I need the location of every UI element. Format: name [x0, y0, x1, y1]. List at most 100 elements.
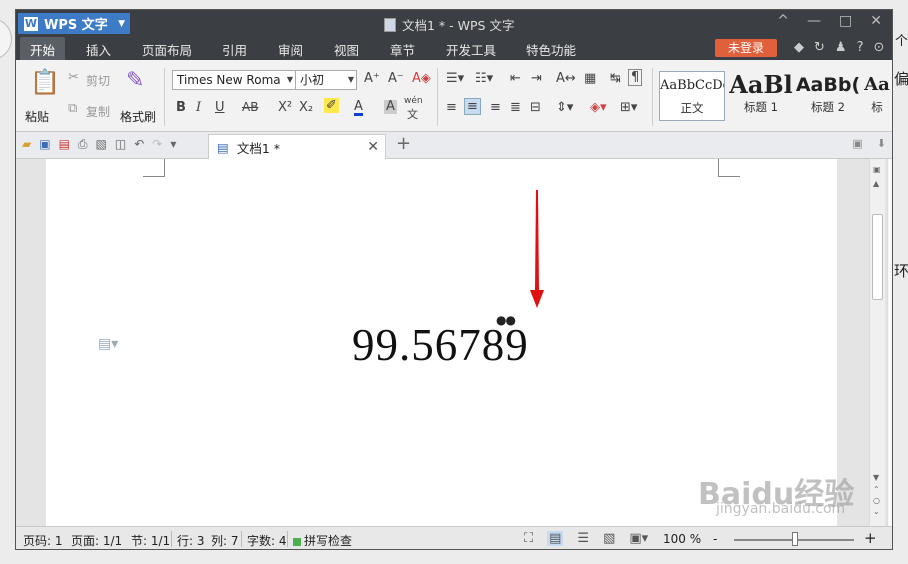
tab-page-layout[interactable]: 页面布局	[142, 40, 192, 59]
status-page-number[interactable]: 页码: 1	[23, 532, 63, 549]
scroll-panel-icon[interactable]: ▣	[873, 165, 881, 174]
skin-icon[interactable]: ◆	[794, 40, 804, 55]
status-word-count[interactable]: 字数: 4	[247, 532, 287, 549]
bullet-list-icon[interactable]: ☰▾	[446, 71, 464, 86]
superscript-button[interactable]: X²	[278, 100, 292, 115]
tab-section[interactable]: 章节	[390, 40, 415, 59]
tab-review[interactable]: 审阅	[278, 40, 303, 59]
tab-home[interactable]: 开始	[20, 37, 66, 60]
decrease-indent-icon[interactable]: ⇤	[510, 71, 521, 86]
grow-font-icon[interactable]: A⁺	[364, 71, 380, 86]
clear-format-icon[interactable]: A◈	[412, 71, 431, 86]
pdf-icon[interactable]: ▤	[59, 137, 70, 152]
distribute-icon[interactable]: ⊟	[530, 100, 541, 115]
new-tab-button[interactable]: +	[396, 133, 411, 154]
format-painter-button[interactable]: 格式刷	[120, 108, 156, 125]
tab-references[interactable]: 引用	[222, 40, 247, 59]
line-spacing-icon[interactable]: ⇕▾	[556, 100, 573, 115]
subscript-button[interactable]: X₂	[299, 100, 313, 115]
scroll-up-icon[interactable]: ▲	[873, 179, 879, 188]
justify-icon[interactable]: ≣	[510, 100, 521, 115]
zoom-out-button[interactable]: -	[713, 532, 717, 546]
font-color-button[interactable]: A	[354, 100, 363, 116]
customize-icon[interactable]: ▾	[170, 137, 176, 152]
borders-icon[interactable]: ⊞▾	[620, 100, 637, 115]
task-pane-collapsed[interactable]	[887, 159, 892, 526]
save-icon[interactable]: ▣	[39, 137, 50, 152]
shrink-font-icon[interactable]: A⁻	[388, 71, 404, 86]
minimize-button[interactable]: —	[807, 13, 821, 29]
scroll-thumb[interactable]	[872, 214, 883, 300]
paste-icon[interactable]: 📋	[30, 68, 60, 96]
show-marks-icon[interactable]: ¶	[628, 69, 643, 86]
numbered-list-icon[interactable]: ☷▾	[475, 71, 493, 86]
reading-view-icon[interactable]: ▧	[603, 531, 615, 546]
char-shading-button[interactable]: A	[384, 100, 397, 114]
web-view-icon[interactable]: ▣▾	[629, 531, 648, 546]
restore-icon[interactable]: ▣	[852, 137, 862, 150]
refresh-icon[interactable]: ↻	[814, 40, 825, 55]
close-tab-button[interactable]: ✕	[367, 139, 379, 155]
status-pages[interactable]: 页面: 1/1	[71, 532, 122, 549]
help-icon[interactable]: ?	[857, 40, 864, 55]
zoom-level[interactable]: 100 %	[663, 532, 701, 546]
tab-developer[interactable]: 开发工具	[446, 40, 496, 59]
collapse-ribbon-button[interactable]: ^	[777, 13, 789, 29]
app-menu-button[interactable]: W WPS 文字 ▼	[18, 13, 130, 34]
page-view-icon[interactable]: ▤	[547, 531, 564, 546]
tab-insert[interactable]: 插入	[86, 40, 111, 59]
open-icon[interactable]: ▰	[22, 137, 31, 152]
prev-page-icon[interactable]: ⌃	[873, 485, 880, 494]
tab-view[interactable]: 视图	[334, 40, 359, 59]
zoom-in-button[interactable]: +	[864, 529, 877, 547]
scroll-down-icon[interactable]: ▼	[873, 473, 879, 482]
select-browse-icon[interactable]: ○	[873, 496, 880, 505]
table-grid-icon[interactable]: ▦	[584, 71, 596, 86]
spell-check-toggle[interactable]: 拼写检查	[293, 532, 352, 549]
cut-button[interactable]: 剪切	[86, 72, 110, 89]
style-heading-2[interactable]: AaBb( 标题 2	[794, 71, 862, 121]
tab-document1[interactable]: ▤ 文档1 * ✕	[208, 134, 386, 159]
font-size-select[interactable]: 小初 ▼	[295, 70, 357, 90]
download-icon[interactable]: ⬇	[877, 137, 886, 150]
login-button[interactable]: 未登录	[715, 39, 777, 57]
tab-special-features[interactable]: 特色功能	[526, 40, 576, 59]
paste-button[interactable]: 粘贴	[25, 108, 49, 125]
text-direction-icon[interactable]: A↔	[556, 71, 576, 86]
italic-button[interactable]: I	[196, 100, 201, 115]
sort-icon[interactable]: ↹	[610, 71, 621, 86]
highlight-icon[interactable]: ✐	[324, 98, 339, 113]
style-heading-3[interactable]: Aa 标	[862, 71, 892, 121]
style-heading-1[interactable]: AaBl 标题 1	[727, 71, 795, 121]
print-preview-icon[interactable]: ▧	[96, 137, 107, 152]
vertical-scrollbar[interactable]: ▣ ▲ ▼ ⌃ ○ ⌄	[869, 159, 885, 526]
status-column[interactable]: 列: 7	[211, 532, 239, 549]
document-text[interactable]: 99.56789	[352, 319, 529, 371]
zoom-slider-handle[interactable]	[792, 532, 798, 546]
next-page-icon[interactable]: ⌄	[873, 507, 880, 516]
shirt-icon[interactable]: ♟	[835, 40, 847, 55]
font-name-select[interactable]: Times New Roma ▼	[172, 70, 296, 90]
underline-button[interactable]: U	[215, 100, 225, 115]
bold-button[interactable]: B	[176, 100, 186, 115]
paragraph-layout-icon[interactable]: ▤▾	[98, 336, 118, 352]
style-normal[interactable]: AaBbCcDd 正文	[659, 71, 725, 121]
maximize-button[interactable]: □	[839, 13, 852, 29]
preview-icon[interactable]: ◫	[115, 137, 126, 152]
outline-view-icon[interactable]: ☰	[577, 531, 589, 546]
phonetic-guide-button[interactable]: 文	[407, 106, 418, 122]
fullscreen-icon[interactable]: ⛶	[524, 531, 533, 546]
align-left-icon[interactable]: ≡	[446, 100, 457, 115]
redo-icon[interactable]: ↷	[152, 137, 162, 152]
shading-icon[interactable]: ◈▾	[590, 100, 607, 115]
status-section[interactable]: 节: 1/1	[131, 532, 170, 549]
close-window-button[interactable]: ✕	[870, 13, 882, 29]
status-row[interactable]: 行: 3	[177, 532, 205, 549]
more-icon[interactable]: ⊙	[873, 40, 884, 55]
increase-indent-icon[interactable]: ⇥	[531, 71, 542, 86]
print-icon[interactable]: ⎙	[78, 137, 88, 152]
copy-button[interactable]: 复制	[86, 103, 110, 120]
strikethrough-button[interactable]: AB	[242, 100, 258, 114]
align-center-icon[interactable]: ≡	[464, 98, 481, 115]
undo-icon[interactable]: ↶	[134, 137, 144, 152]
